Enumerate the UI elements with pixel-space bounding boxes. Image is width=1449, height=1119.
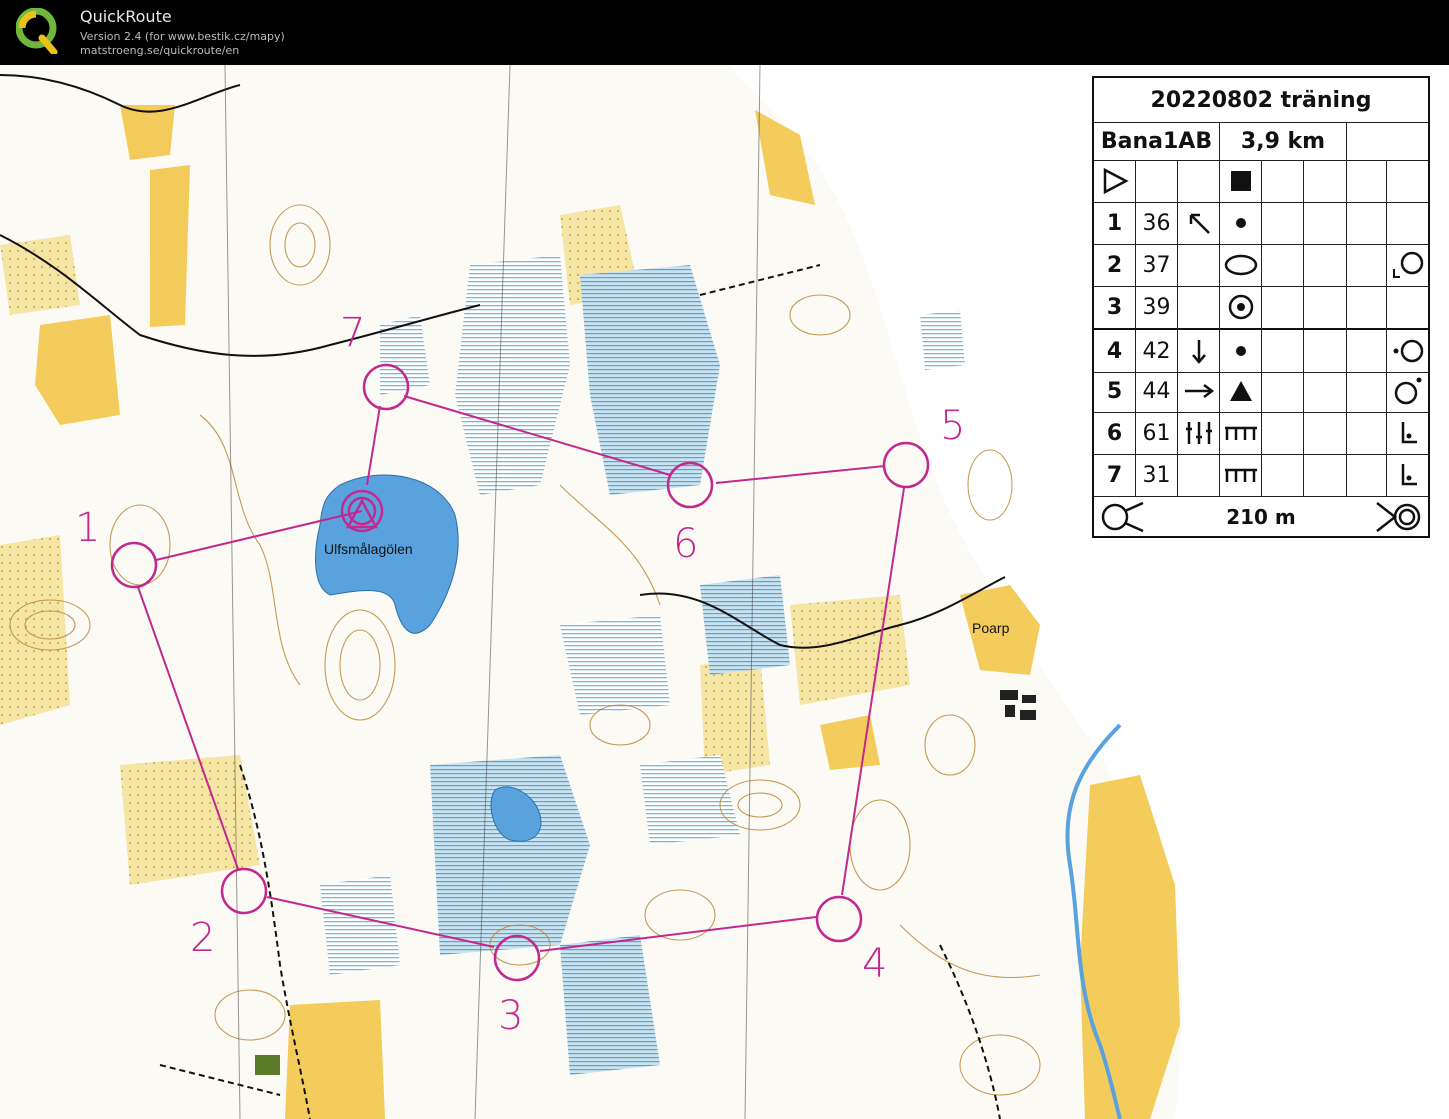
control-code: 36: [1136, 202, 1178, 244]
description-empty-cell: [1178, 244, 1220, 286]
corner-icon: [1387, 412, 1428, 454]
description-empty-cell: [1347, 370, 1387, 412]
app-name: QuickRoute: [80, 7, 172, 26]
control-number-6: 6: [673, 521, 699, 567]
ellipse-icon: [1220, 244, 1262, 286]
control-number-2: 2: [190, 915, 216, 961]
course-length: 3,9 km: [1220, 122, 1347, 160]
description-empty-cell: [1387, 202, 1428, 244]
app-titlebar: QuickRoute Version 2.4 (for www.bestik.c…: [0, 0, 1449, 65]
description-empty-cell: [1262, 202, 1304, 244]
description-empty-cell: [1262, 412, 1304, 454]
control-number-7: 7: [340, 310, 366, 356]
arrow-nw-icon: [1178, 202, 1220, 244]
description-empty-cell: [1304, 330, 1347, 372]
quickroute-logo-icon: [16, 8, 58, 54]
description-control-row: 1 36: [1094, 202, 1428, 245]
control-sequence: 1: [1094, 202, 1136, 244]
description-empty-cell: [1262, 286, 1304, 328]
control-sequence: 2: [1094, 244, 1136, 286]
finish-symbol-icon: [1368, 496, 1428, 538]
control-number-4: 4: [862, 941, 888, 987]
description-empty-cell: [1347, 244, 1387, 286]
finish-distance: 210 m: [1226, 505, 1296, 529]
description-start-row: [1094, 160, 1428, 203]
circle-dot-ne-icon: [1387, 370, 1428, 412]
description-empty-cell: [1178, 454, 1220, 496]
description-finish-row: 210 m: [1094, 496, 1428, 538]
description-empty-cell: [1262, 454, 1304, 496]
description-empty-cell: [1178, 286, 1220, 328]
comb-icon: [1220, 454, 1262, 496]
control-sequence: 3: [1094, 286, 1136, 328]
control-sequence: 7: [1094, 454, 1136, 496]
description-empty-cell: [1387, 286, 1428, 328]
control-sequence: 4: [1094, 330, 1136, 372]
description-empty-cell: [1262, 370, 1304, 412]
control-number-3: 3: [498, 993, 524, 1039]
description-empty-cell: [1347, 286, 1387, 328]
comb-icon: [1220, 412, 1262, 454]
control-sequence: 6: [1094, 412, 1136, 454]
arrow-south-icon: [1178, 330, 1220, 372]
dot-icon: [1220, 330, 1262, 372]
app-url: matstroeng.se/quickroute/en: [80, 44, 240, 57]
control-number-1: 1: [75, 505, 101, 551]
control-code: 44: [1136, 370, 1178, 412]
triangle-icon: [1220, 370, 1262, 412]
dot-icon: [1220, 202, 1262, 244]
description-empty-cell: [1262, 330, 1304, 372]
description-control-row: 2 37: [1094, 244, 1428, 287]
description-control-row: 7 31: [1094, 454, 1428, 497]
description-control-row: 4 42: [1094, 328, 1428, 373]
description-control-row: 6 61: [1094, 412, 1428, 455]
description-empty-cell: [1304, 202, 1347, 244]
finish-start-symbol-icon: [1094, 496, 1154, 538]
control-sequence: 5: [1094, 370, 1136, 412]
description-empty-cell: [1347, 330, 1387, 372]
control-code: 42: [1136, 330, 1178, 372]
corner-icon: [1387, 454, 1428, 496]
start-triangle-icon: [1094, 160, 1136, 202]
description-empty-cell: [1347, 412, 1387, 454]
description-empty-cell: [1304, 370, 1347, 412]
control-code: 61: [1136, 412, 1178, 454]
app-version: Version 2.4 (for www.bestik.cz/mapy): [80, 30, 285, 43]
control-code: 37: [1136, 244, 1178, 286]
control-code: 31: [1136, 454, 1178, 496]
event-title: 20220802 träning: [1150, 87, 1372, 113]
place-label-poarp: Poarp: [972, 620, 1010, 636]
description-empty-cell: [1347, 202, 1387, 244]
description-empty-cell: [1304, 454, 1347, 496]
circle-dot-west-icon: [1387, 330, 1428, 372]
description-event-row: 20220802 träning: [1094, 78, 1428, 123]
circle-corner-icon: [1387, 244, 1428, 286]
arrow-east-icon: [1178, 370, 1220, 412]
control-code: 39: [1136, 286, 1178, 328]
description-empty-cell: [1262, 244, 1304, 286]
control-number-5: 5: [940, 403, 966, 449]
description-control-row: 5 44: [1094, 370, 1428, 413]
control-description-sheet: 20220802 träning Bana1AB 3,9 km 210 m 13…: [1092, 76, 1430, 538]
description-empty-cell: [1304, 412, 1347, 454]
course-name: Bana1AB: [1094, 122, 1220, 160]
description-empty-cell: [1304, 286, 1347, 328]
fence-icon: [1178, 412, 1220, 454]
start-square-icon: [1220, 160, 1262, 202]
description-empty-cell: [1347, 454, 1387, 496]
lake-label: Ulfsmålagölen: [324, 541, 413, 557]
target-icon: [1220, 286, 1262, 328]
description-control-row: 3 39: [1094, 286, 1428, 329]
description-empty-cell: [1304, 244, 1347, 286]
description-course-row: Bana1AB 3,9 km: [1094, 122, 1428, 161]
